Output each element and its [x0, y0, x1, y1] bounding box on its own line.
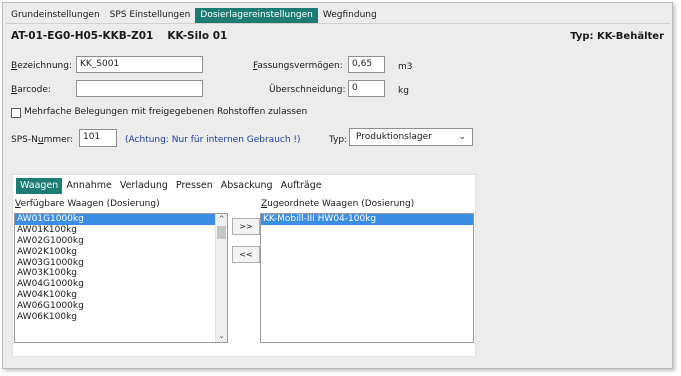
page-title: AT-01-EG0-H05-KKB-Z01 KK-Silo 01	[11, 30, 227, 42]
bezeichnung-input[interactable]: KK_S001	[76, 56, 203, 73]
typ-select-label: Typ:	[329, 135, 348, 145]
sub-tabbar: Waagen Annahme Verladung Pressen Absacku…	[13, 178, 326, 194]
dialog-window: Grundeinstellungen SPS Einstellungen Dos…	[2, 2, 673, 369]
waagen-panel: Waagen Annahme Verladung Pressen Absacku…	[12, 174, 476, 357]
available-list-scrollbar[interactable]: ^ ⌄	[215, 214, 227, 342]
silo-code: AT-01-EG0-H05-KKB-Z01	[11, 30, 154, 42]
list-item[interactable]: AW04G1000kg	[15, 279, 216, 290]
scroll-thumb[interactable]	[217, 226, 226, 239]
fassungsvermoegen-unit: m3	[398, 62, 413, 72]
silo-name: KK-Silo 01	[167, 30, 228, 42]
subtab-auftraege[interactable]: Aufträge	[277, 178, 326, 194]
remove-waage-button[interactable]: <<	[232, 246, 260, 263]
bezeichnung-label: Bezeichnung:	[11, 61, 72, 71]
list-item[interactable]: AW03G1000kg	[15, 258, 216, 269]
ueberschneidung-label: Überschneidung:	[269, 85, 346, 95]
subtab-verladung[interactable]: Verladung	[116, 178, 172, 194]
mehrfach-checkbox[interactable]	[11, 108, 21, 118]
assigned-list[interactable]: KK-Mobill-III HW04-100kg	[260, 213, 474, 343]
main-tabbar: Grundeinstellungen SPS Einstellungen Dos…	[6, 7, 670, 24]
list-item[interactable]: AW04K100kg	[15, 290, 216, 301]
add-waage-button[interactable]: >>	[232, 218, 260, 235]
subtab-annahme[interactable]: Annahme	[62, 178, 115, 194]
list-item[interactable]: AW02K100kg	[15, 247, 216, 258]
chevron-down-icon[interactable]: ⌄	[216, 331, 227, 342]
tab-dosierlagereinstellungen[interactable]: Dosierlagereinstellungen	[195, 7, 318, 23]
subtab-absackung[interactable]: Absackung	[217, 178, 277, 194]
typ-select-value: Produktionslager	[356, 132, 432, 142]
tab-sps-einstellungen[interactable]: SPS Einstellungen	[105, 8, 196, 23]
chevron-down-icon: ⌄	[458, 132, 466, 142]
tab-grundeinstellungen[interactable]: Grundeinstellungen	[6, 8, 105, 23]
available-list-label: Verfügbare Waagen (Dosierung)	[15, 199, 160, 209]
list-item[interactable]: AW06K100kg	[15, 312, 216, 323]
list-item[interactable]: AW03K100kg	[15, 268, 216, 279]
fassungsvermoegen-label: Fassungsvermögen:	[253, 61, 343, 71]
available-list[interactable]: AW01G1000kg AW01K100kg AW02G1000kg AW02K100…	[14, 213, 228, 343]
tab-wegfindung[interactable]: Wegfindung	[318, 8, 382, 23]
chevron-up-icon[interactable]: ^	[216, 214, 227, 225]
ueberschneidung-unit: kg	[398, 86, 409, 96]
sps-nummer-label: SPS-Nummer:	[11, 135, 74, 145]
typ-select[interactable]: Produktionslager ⌄	[349, 128, 473, 146]
list-item[interactable]: AW02G1000kg	[15, 236, 216, 247]
barcode-label: Barcode:	[11, 85, 51, 95]
sps-nummer-input[interactable]: 101	[79, 129, 117, 147]
barcode-input[interactable]	[76, 80, 203, 97]
list-item[interactable]: AW01K100kg	[15, 225, 216, 236]
assigned-list-label: Zugeordnete Waagen (Dosierung)	[261, 199, 415, 209]
type-label: Typ: KK-Behälter	[570, 31, 664, 42]
subtab-pressen[interactable]: Pressen	[172, 178, 217, 194]
fassungsvermoegen-input[interactable]: 0,65	[348, 56, 385, 73]
list-item[interactable]: AW01G1000kg	[15, 214, 216, 225]
ueberschneidung-input[interactable]: 0	[348, 80, 385, 97]
subtab-waagen[interactable]: Waagen	[16, 178, 63, 194]
sps-hint: (Achtung: Nur für internen Gebrauch !)	[125, 135, 301, 145]
mehrfach-label: Mehrfache Belegungen mit freigegebenen R…	[24, 107, 308, 117]
list-item[interactable]: KK-Mobill-III HW04-100kg	[261, 214, 473, 225]
list-item[interactable]: AW06G1000kg	[15, 301, 216, 312]
